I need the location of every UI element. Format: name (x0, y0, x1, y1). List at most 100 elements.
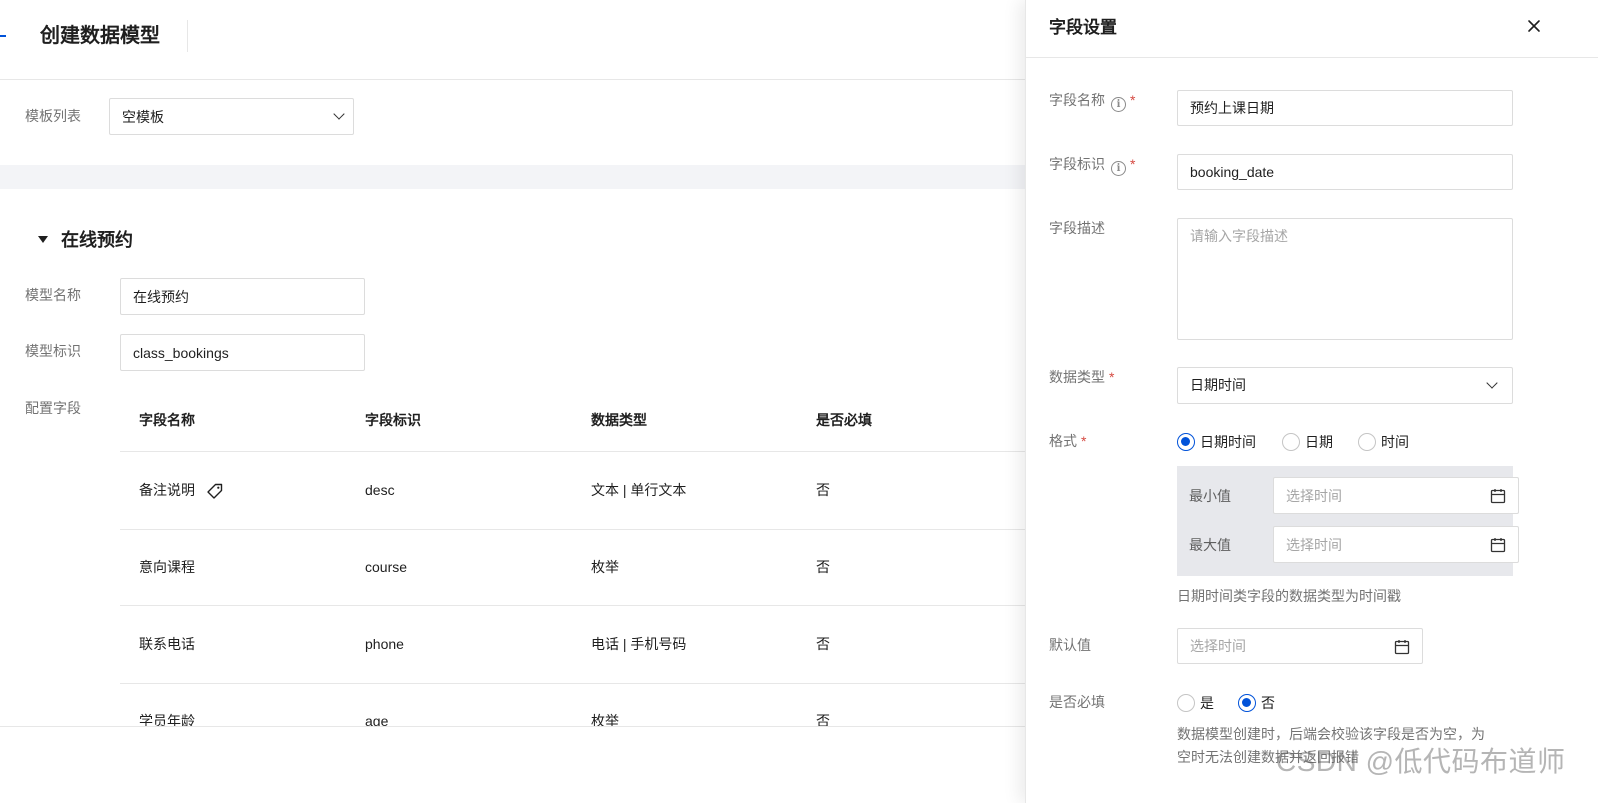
default-time-input[interactable]: 选择时间 (1177, 628, 1423, 664)
radio-unchecked-icon (1358, 433, 1376, 451)
info-icon[interactable]: i (1111, 97, 1126, 112)
format-radio-datetime[interactable]: 日期时间 (1177, 432, 1256, 452)
cell-required: 否 (816, 636, 830, 652)
radio-unchecked-icon (1282, 433, 1300, 451)
format-label-text: 格式 (1049, 433, 1077, 449)
field-name-value: 预约上课日期 (1190, 100, 1274, 116)
th-data-type: 数据类型 (591, 412, 647, 428)
cell-field-name: 意向课程 (139, 559, 195, 575)
required-radio-yes[interactable]: 是 (1177, 693, 1214, 713)
footer-area (0, 727, 1025, 803)
page-title: 创建数据模型 (40, 25, 160, 47)
field-id-input[interactable]: booking_date (1177, 154, 1513, 190)
radio-label: 时间 (1381, 434, 1409, 450)
required-star: * (1130, 92, 1136, 108)
max-time-input[interactable]: 选择时间 (1273, 526, 1519, 563)
footer-divider (0, 726, 1025, 727)
cell-data-type: 电话 | 手机号码 (591, 636, 687, 652)
drawer-header-divider (1026, 57, 1598, 58)
calendar-icon[interactable] (1490, 537, 1506, 553)
back-icon[interactable] (0, 35, 6, 37)
title-divider (187, 20, 188, 52)
field-name-input[interactable]: 预约上课日期 (1177, 90, 1513, 126)
tag-icon[interactable] (206, 482, 224, 500)
radio-label: 是 (1200, 695, 1214, 711)
chevron-down-icon (1486, 377, 1498, 389)
format-radio-date[interactable]: 日期 (1282, 432, 1333, 452)
format-label: 格式 * (1049, 431, 1086, 451)
model-id-value: class_bookings (133, 345, 229, 361)
radio-unchecked-icon (1177, 694, 1195, 712)
radio-label: 日期 (1305, 434, 1333, 450)
field-id-label: 字段标识 i * (1049, 154, 1135, 176)
data-type-value: 日期时间 (1190, 377, 1246, 393)
info-icon[interactable]: i (1111, 161, 1126, 176)
field-name-label-text: 字段名称 (1049, 92, 1105, 108)
default-label: 默认值 (1049, 637, 1091, 653)
desc-textarea[interactable] (1177, 218, 1513, 340)
cell-required: 否 (816, 482, 830, 498)
model-name-value: 在线预约 (133, 289, 189, 305)
data-type-label: 数据类型 * (1049, 367, 1114, 387)
data-type-select[interactable]: 日期时间 (1177, 367, 1513, 404)
range-settings: 最小值 选择时间 最大值 选择时间 (1177, 466, 1519, 576)
th-required: 是否必填 (816, 412, 872, 428)
template-label: 模板列表 (25, 108, 81, 124)
required-star: * (1109, 369, 1115, 385)
calendar-icon[interactable] (1490, 488, 1506, 504)
field-id-value: booking_date (1190, 164, 1275, 180)
section-separator (0, 165, 1025, 189)
watermark: CSDN @低代码布道师 (1276, 746, 1566, 777)
create-model-page: 创建数据模型 模板列表 空模板 在线预约 模型名称 在线预约 模型标识 clas… (0, 0, 1025, 803)
radio-checked-icon (1177, 433, 1195, 451)
cell-field-id: desc (365, 482, 395, 498)
min-time-input[interactable]: 选择时间 (1273, 477, 1519, 514)
cell-data-type: 文本 | 单行文本 (591, 482, 687, 498)
default-time-placeholder: 选择时间 (1190, 638, 1246, 654)
data-type-label-text: 数据类型 (1049, 369, 1105, 385)
required-label: 是否必填 (1049, 694, 1105, 710)
row-divider (120, 683, 1025, 684)
model-name-label: 模型名称 (25, 287, 81, 303)
required-star: * (1130, 156, 1136, 172)
format-radio-time[interactable]: 时间 (1358, 432, 1409, 452)
min-time-placeholder: 选择时间 (1286, 488, 1342, 504)
cell-field-id: phone (365, 636, 404, 652)
model-name-input[interactable]: 在线预约 (120, 278, 365, 315)
cell-field-name: 备注说明 (139, 482, 195, 498)
row-divider (120, 605, 1025, 606)
required-star: * (1081, 433, 1087, 449)
min-label: 最小值 (1189, 488, 1231, 504)
required-radio-no[interactable]: 否 (1238, 693, 1275, 713)
drawer-title: 字段设置 (1049, 18, 1117, 37)
calendar-icon[interactable] (1394, 639, 1410, 655)
max-label: 最大值 (1189, 537, 1231, 553)
chevron-down-icon (333, 108, 345, 120)
model-id-label: 模型标识 (25, 343, 81, 359)
radio-label: 否 (1261, 695, 1275, 711)
table-header-divider (120, 451, 1025, 452)
radio-checked-icon (1238, 694, 1256, 712)
th-field-id: 字段标识 (365, 412, 421, 428)
field-name-label: 字段名称 i * (1049, 90, 1135, 112)
header-divider (0, 79, 1025, 80)
cell-data-type: 枚举 (591, 559, 619, 575)
cell-field-id: course (365, 559, 408, 575)
desc-label: 字段描述 (1049, 220, 1105, 236)
max-time-placeholder: 选择时间 (1286, 537, 1342, 553)
row-divider (120, 529, 1025, 530)
close-icon[interactable] (1526, 18, 1542, 34)
format-hint: 日期时间类字段的数据类型为时间戳 (1177, 588, 1401, 604)
cell-field-name: 联系电话 (139, 636, 195, 652)
field-id-label-text: 字段标识 (1049, 156, 1105, 172)
section-title: 在线预约 (61, 230, 133, 250)
cell-required: 否 (816, 559, 830, 575)
fields-label: 配置字段 (25, 400, 81, 416)
field-settings-drawer: 字段设置 字段名称 i * 预约上课日期 字段标识 i * booking_date 字… (1025, 0, 1598, 803)
th-field-name: 字段名称 (139, 412, 195, 428)
collapse-triangle-icon[interactable] (38, 236, 48, 243)
radio-label: 日期时间 (1200, 434, 1256, 450)
template-select[interactable]: 空模板 (109, 98, 354, 135)
template-select-value: 空模板 (122, 109, 164, 125)
model-id-input[interactable]: class_bookings (120, 334, 365, 371)
